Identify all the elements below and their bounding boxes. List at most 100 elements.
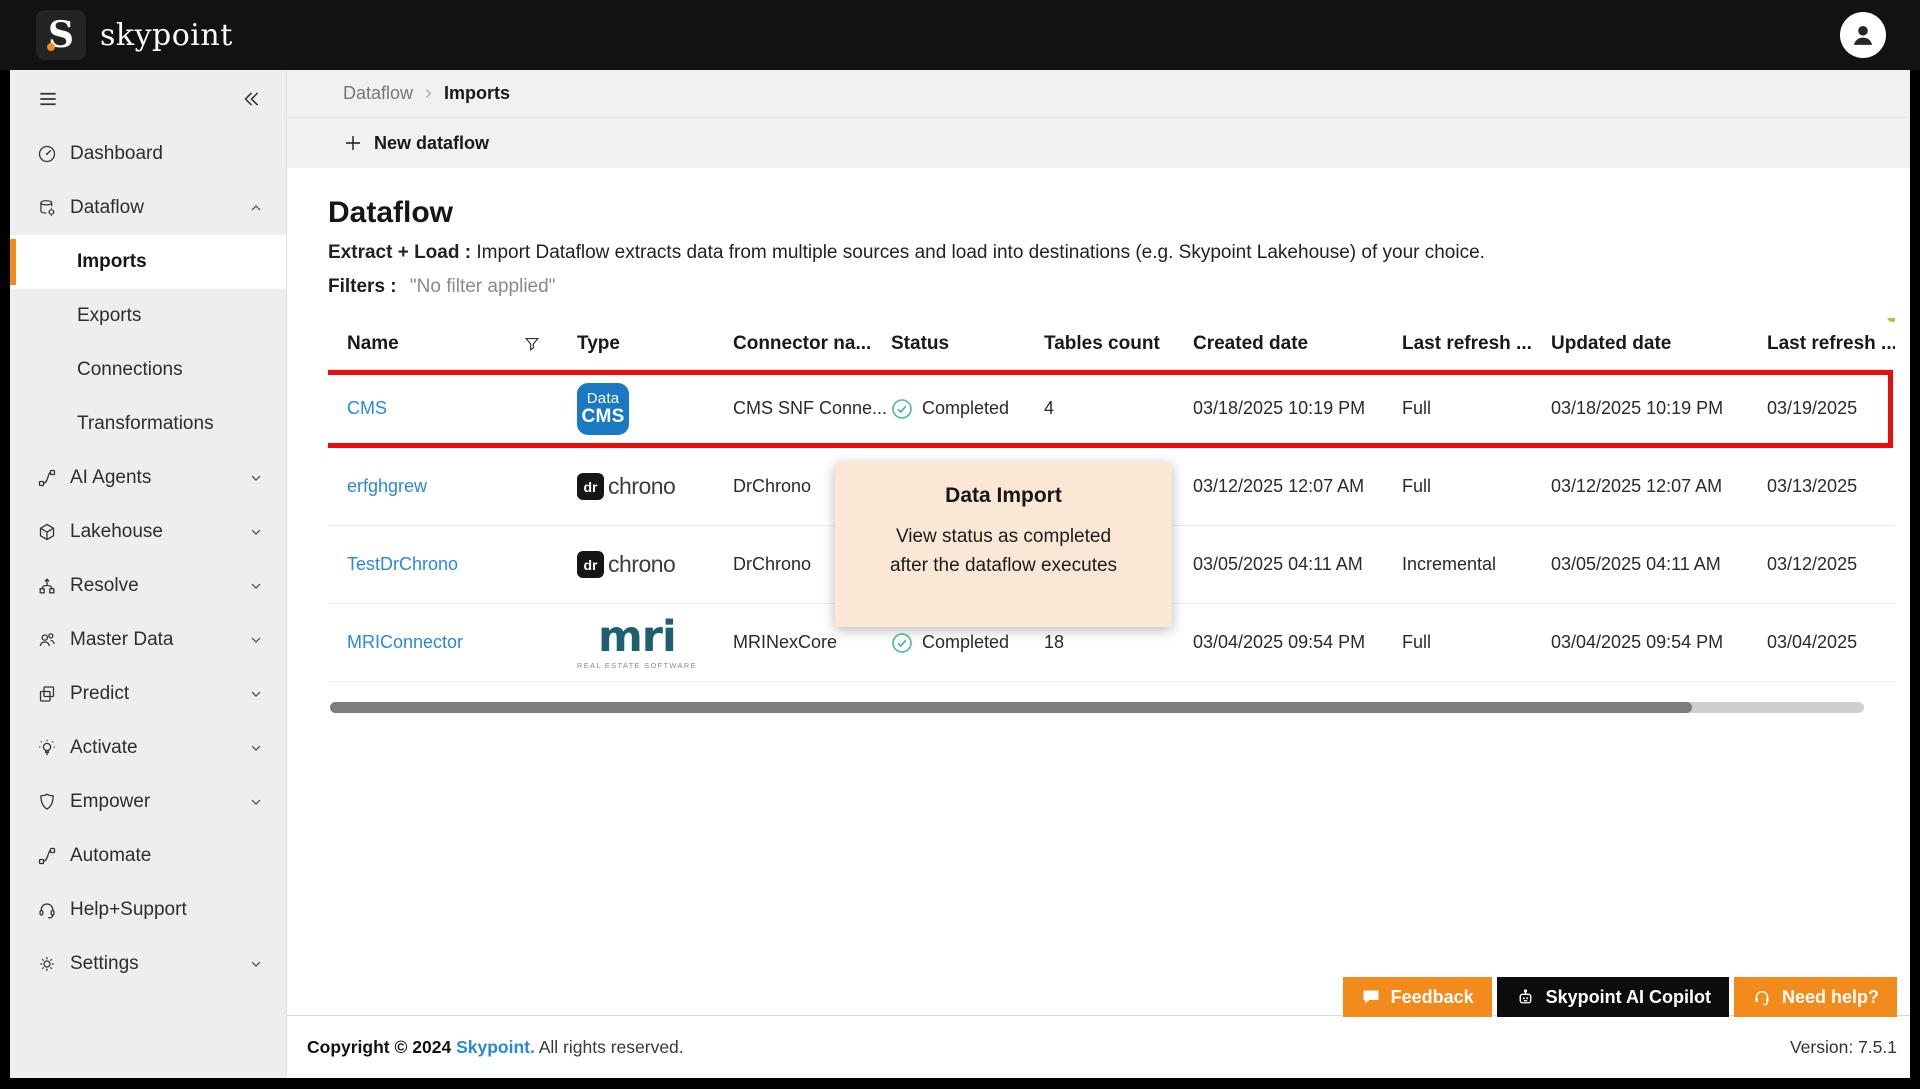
- dataflow-table: Name Type Connector na... Status Tables …: [328, 318, 1895, 682]
- last-refresh-type: Full: [1402, 398, 1551, 419]
- tables-count: 4: [1044, 398, 1193, 419]
- horizontal-scrollbar-track[interactable]: [330, 702, 1864, 713]
- connector-name: MRINexCore: [733, 632, 891, 653]
- chevron-down-icon: [248, 956, 264, 972]
- plus-icon: [343, 133, 363, 153]
- topbar: S skypoint: [0, 0, 1920, 70]
- filters-row: Filters : "No filter applied": [328, 274, 1910, 300]
- version-text: Version: 7.5.1: [1790, 1037, 1897, 1058]
- column-header-connector[interactable]: Connector na...: [733, 333, 891, 355]
- connector-name: CMS SNF Conne...: [733, 398, 891, 419]
- status-badge: Completed: [891, 398, 1009, 420]
- sidebar-item-transformations[interactable]: Transformations: [10, 397, 286, 451]
- horizontal-scrollbar-thumb[interactable]: [330, 702, 1692, 713]
- last-refresh-type: Full: [1402, 632, 1551, 653]
- brand-name: skypoint: [100, 18, 233, 53]
- sidebar-item-lakehouse[interactable]: Lakehouse: [10, 505, 286, 559]
- mri-logo: mri REAL ESTATE SOFTWARE: [577, 616, 697, 670]
- tooltip-title: Data Import: [835, 484, 1172, 508]
- sidebar-item-activate[interactable]: Activate: [10, 721, 286, 775]
- chevron-up-icon: [248, 200, 264, 216]
- created-date: 03/18/2025 10:19 PM: [1193, 398, 1402, 419]
- skypoint-footer-link[interactable]: Skypoint.: [456, 1037, 535, 1057]
- sidebar-item-ai-agents[interactable]: AI Agents: [10, 451, 286, 505]
- footer-action-buttons: Feedback Skypoint AI Copilot Need help?: [1343, 977, 1897, 1017]
- created-date: 03/04/2025 09:54 PM: [1193, 632, 1402, 653]
- sidebar-item-empower[interactable]: Empower: [10, 775, 286, 829]
- tables-count: 18: [1044, 632, 1193, 653]
- sidebar-item-connections[interactable]: Connections: [10, 343, 286, 397]
- dashboard-gauge-icon: [37, 144, 57, 164]
- skypoint-ai-copilot-button[interactable]: Skypoint AI Copilot: [1497, 977, 1729, 1017]
- check-circle-icon: [891, 632, 913, 654]
- lightbulb-icon: [37, 738, 57, 758]
- skypoint-logo[interactable]: S skypoint: [36, 10, 233, 60]
- overlap-squares-icon: [37, 684, 57, 704]
- filters-value: "No filter applied": [410, 276, 556, 297]
- updated-date: 03/12/2025 12:07 AM: [1551, 476, 1767, 497]
- breadcrumb-dataflow-link[interactable]: Dataflow: [343, 83, 413, 104]
- chevron-down-icon: [248, 794, 264, 810]
- last-refresh-date: 03/12/2025: [1767, 554, 1895, 575]
- status-text: Completed: [922, 398, 1009, 419]
- chevron-down-icon: [248, 524, 264, 540]
- sidebar-item-resolve[interactable]: Resolve: [10, 559, 286, 613]
- feedback-button[interactable]: Feedback: [1343, 977, 1492, 1017]
- column-header-name[interactable]: Name: [328, 333, 571, 355]
- hamburger-menu-icon[interactable]: [37, 88, 59, 110]
- chevron-down-icon: [248, 470, 264, 486]
- headset-icon: [37, 900, 57, 920]
- chevron-down-icon: [248, 686, 264, 702]
- page-title: Dataflow: [328, 194, 1910, 232]
- last-refresh-type: Full: [1402, 476, 1551, 497]
- column-header-type[interactable]: Type: [571, 333, 733, 355]
- column-header-last-refresh-type[interactable]: Last refresh ...: [1402, 333, 1551, 355]
- sidebar-item-predict[interactable]: Predict: [10, 667, 286, 721]
- table-header-row: Name Type Connector na... Status Tables …: [328, 318, 1895, 370]
- sidebar-item-settings[interactable]: Settings: [10, 937, 286, 991]
- collapse-sidebar-icon[interactable]: [240, 88, 262, 110]
- skypoint-logo-badge: S: [36, 10, 86, 60]
- breadcrumb-imports-current: Imports: [444, 83, 510, 104]
- data-import-tooltip: Data Import View status as completed aft…: [835, 462, 1172, 627]
- last-refresh-type: Incremental: [1402, 554, 1551, 575]
- column-header-created-date[interactable]: Created date: [1193, 333, 1402, 355]
- last-refresh-date: 03/04/2025: [1767, 632, 1895, 653]
- automate-flow-icon: [37, 846, 57, 866]
- sidebar-item-imports[interactable]: Imports: [10, 235, 286, 289]
- toolbar: New dataflow: [287, 118, 1910, 168]
- column-header-last-refresh-date[interactable]: Last refresh ...: [1767, 333, 1895, 355]
- sidebar-item-dashboard[interactable]: Dashboard: [10, 127, 286, 181]
- sidebar-item-dataflow[interactable]: Dataflow: [10, 181, 286, 235]
- drchrono-logo: dr chrono: [577, 473, 675, 500]
- column-header-updated-date[interactable]: Updated date: [1551, 333, 1767, 355]
- last-refresh-date: 03/19/2025: [1767, 398, 1895, 419]
- page-description-text: Import Dataflow extracts data from multi…: [476, 242, 1485, 263]
- dataflow-link-testdrchrono[interactable]: TestDrChrono: [347, 554, 458, 575]
- ai-agents-icon: [37, 468, 57, 488]
- filter-funnel-icon[interactable]: [523, 335, 541, 353]
- sidebar: Dashboard Dataflow Imports Exports Conne…: [10, 70, 287, 1078]
- sidebar-item-master-data[interactable]: Master Data: [10, 613, 286, 667]
- chevron-down-icon: [248, 578, 264, 594]
- new-dataflow-button[interactable]: New dataflow: [343, 133, 489, 154]
- robot-icon: [1515, 987, 1536, 1008]
- people-icon: [37, 630, 57, 650]
- sidebar-item-help-support[interactable]: Help+Support: [10, 883, 286, 937]
- breadcrumb-toolbar-band: Dataflow Imports New dataflow: [287, 70, 1910, 168]
- main-panel: Dataflow Imports New dataflow Dataflow E…: [287, 70, 1910, 1078]
- column-header-status[interactable]: Status: [891, 333, 1044, 355]
- sidebar-item-exports[interactable]: Exports: [10, 289, 286, 343]
- resolve-hierarchy-icon: [37, 576, 57, 596]
- breadcrumb: Dataflow Imports: [287, 70, 1910, 118]
- dataflow-link-mriconnector[interactable]: MRIConnector: [347, 632, 463, 653]
- table-row-cms[interactable]: CMS Data CMS CMS SNF Conne... Completed …: [328, 370, 1895, 448]
- dataflow-link-cms[interactable]: CMS: [347, 398, 387, 419]
- dataflow-link-erfghgrew[interactable]: erfghgrew: [347, 476, 427, 497]
- sidebar-item-automate[interactable]: Automate: [10, 829, 286, 883]
- need-help-button[interactable]: Need help?: [1734, 977, 1897, 1017]
- column-header-tables-count[interactable]: Tables count: [1044, 333, 1193, 355]
- user-avatar[interactable]: [1840, 12, 1886, 58]
- speech-bubble-icon: [1361, 987, 1381, 1007]
- copyright-text: Copyright © 2024 Skypoint. All rights re…: [307, 1037, 684, 1058]
